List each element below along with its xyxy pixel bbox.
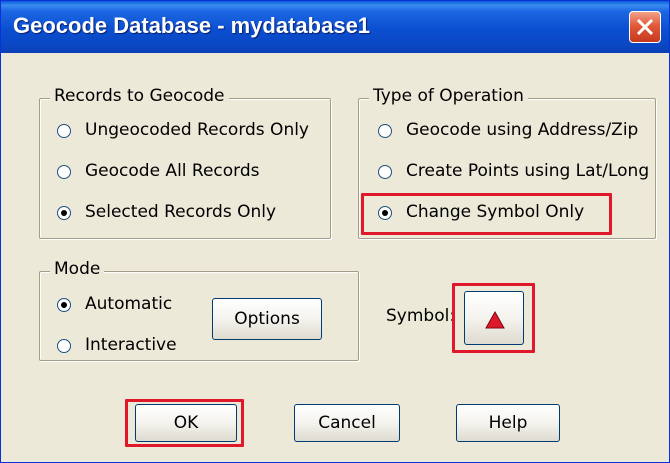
cancel-button-label: Cancel: [318, 413, 376, 433]
radio-label: Geocode All Records: [85, 161, 260, 181]
records-group-legend: Records to Geocode: [50, 86, 229, 106]
options-button[interactable]: Options: [212, 298, 322, 340]
radio-button[interactable]: [57, 124, 71, 138]
operation-group-legend: Type of Operation: [369, 86, 528, 106]
geocode-dialog: Geocode Database - mydatabase1 Records t…: [0, 0, 670, 463]
options-button-label: Options: [234, 309, 300, 329]
help-button[interactable]: Help: [456, 404, 560, 442]
radio-label: Automatic: [85, 294, 173, 314]
radio-button[interactable]: [57, 165, 71, 179]
radio-button[interactable]: [57, 339, 71, 353]
title-bar: Geocode Database - mydatabase1: [1, 1, 669, 53]
radio-label: Ungeocoded Records Only: [85, 120, 309, 140]
radio-button[interactable]: [57, 298, 71, 312]
radio-label: Selected Records Only: [85, 202, 277, 222]
close-button[interactable]: [629, 11, 661, 43]
radio-button[interactable]: [378, 206, 392, 220]
radio-button[interactable]: [57, 206, 71, 220]
red-triangle-icon: [485, 310, 505, 329]
radio-button[interactable]: [378, 165, 392, 179]
cancel-button[interactable]: Cancel: [294, 404, 400, 442]
symbol-label: Symbol:: [386, 306, 456, 326]
ok-button-label: OK: [173, 413, 199, 433]
window-title: Geocode Database - mydatabase1: [13, 13, 371, 38]
ok-button[interactable]: OK: [135, 404, 237, 442]
mode-group-legend: Mode: [50, 259, 105, 279]
close-icon: [636, 18, 654, 36]
radio-label: Change Symbol Only: [406, 202, 585, 222]
radio-label: Geocode using Address/Zip: [406, 120, 639, 140]
radio-label: Create Points using Lat/Long: [406, 161, 650, 181]
symbol-button[interactable]: [464, 291, 524, 345]
help-button-label: Help: [488, 413, 528, 433]
radio-label: Interactive: [85, 335, 177, 355]
radio-button[interactable]: [378, 124, 392, 138]
